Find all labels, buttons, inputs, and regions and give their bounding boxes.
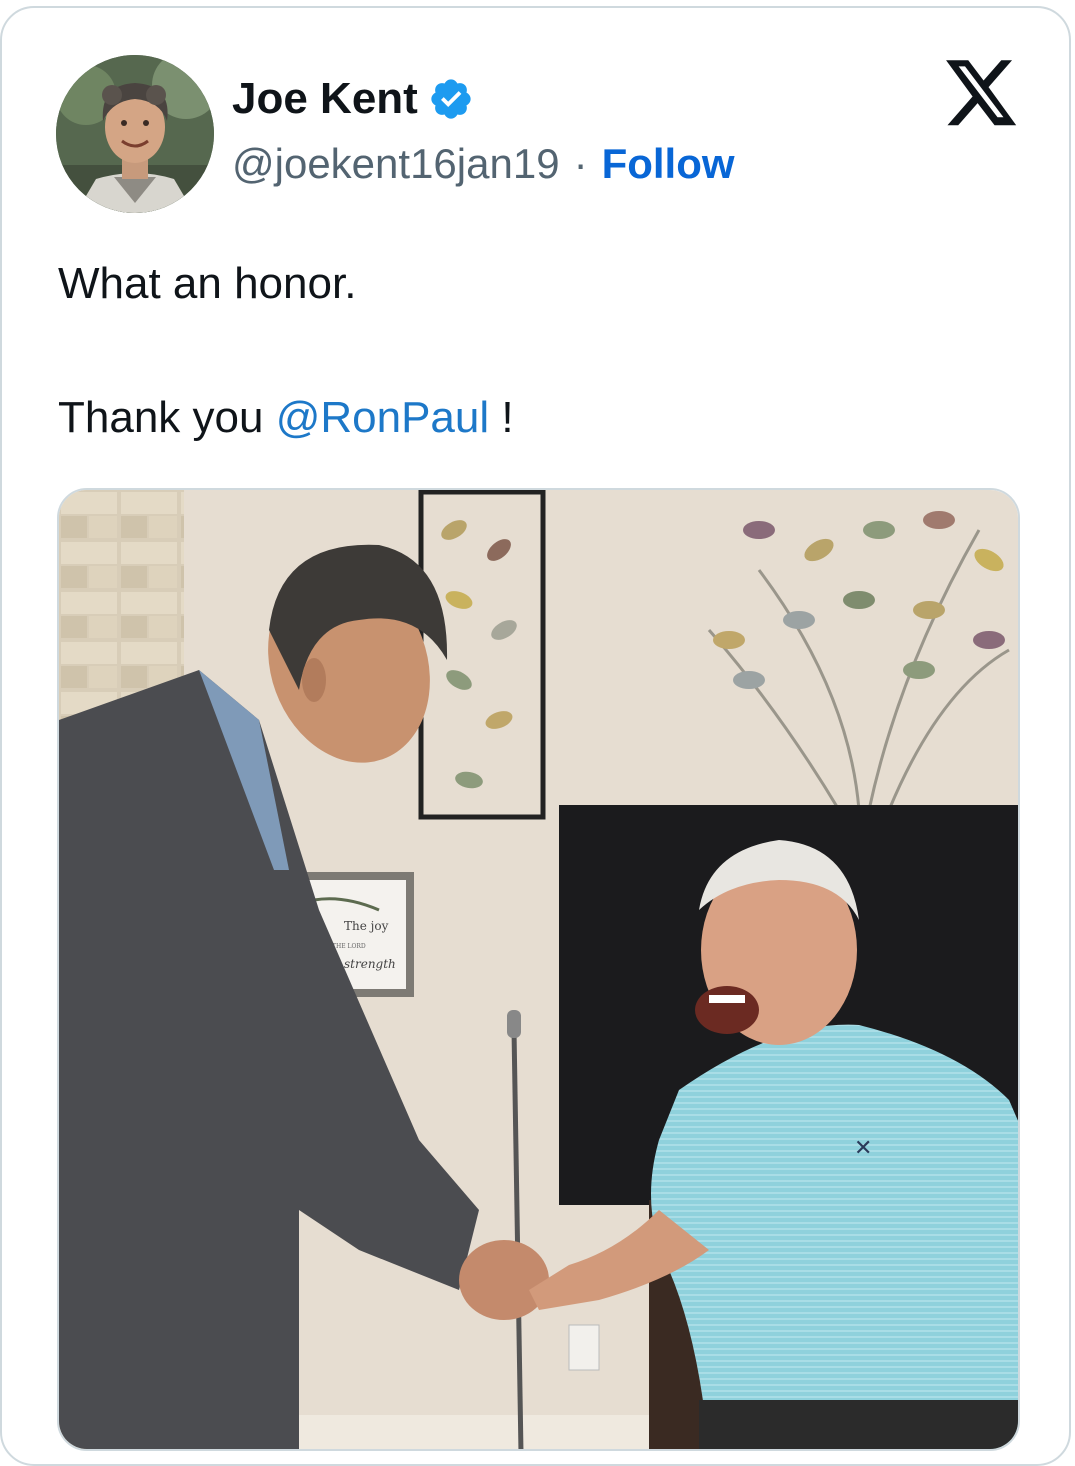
tweet-text-line1: What an honor.	[58, 259, 357, 308]
photo-handshake-scene: The joy OF THE LORD strength ✕	[59, 490, 1018, 1449]
tweet-card: Joe Kent @joekent16jan19 · Follow What a…	[0, 6, 1071, 1466]
tweet-photo[interactable]: The joy OF THE LORD strength ✕	[57, 488, 1020, 1451]
author-display-name[interactable]: Joe Kent	[232, 74, 418, 124]
author-avatar[interactable]	[56, 55, 214, 213]
tweet-text: What an honor. Thank you @RonPaul !	[58, 256, 514, 446]
separator-dot: ·	[573, 140, 588, 187]
tweet-text-prefix: Thank you	[58, 393, 276, 442]
sign-text: The joy	[344, 919, 389, 933]
author-handle-row: @joekent16jan19 · Follow	[232, 140, 735, 188]
x-logo-icon[interactable]	[942, 60, 1020, 132]
mention-link[interactable]: @RonPaul	[276, 393, 489, 442]
author-name-row: Joe Kent	[232, 74, 474, 124]
sign-script-text: strength	[344, 957, 396, 971]
author-handle[interactable]: @joekent16jan19	[232, 140, 560, 188]
svg-text:✕: ✕	[854, 1136, 872, 1161]
follow-button[interactable]: Follow	[602, 140, 735, 188]
tweet-text-suffix: !	[489, 393, 514, 442]
profile-photo-icon	[56, 55, 214, 213]
tweet-text-line2: Thank you @RonPaul !	[58, 390, 514, 446]
verified-badge-icon	[431, 79, 471, 119]
